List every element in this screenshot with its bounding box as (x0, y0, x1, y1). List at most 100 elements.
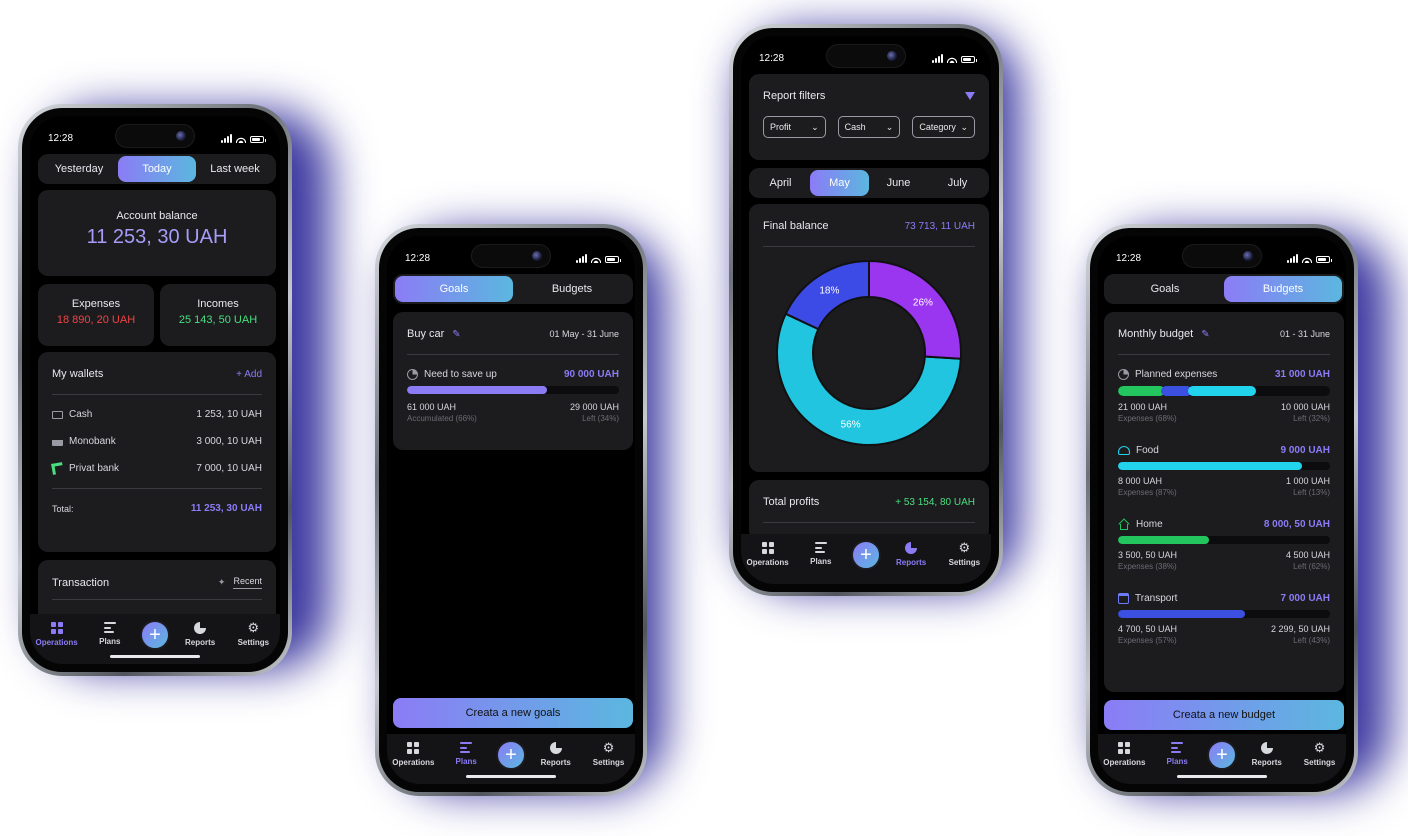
status-icons (576, 253, 621, 263)
nav-settings[interactable]: ⚙ Settings (941, 541, 987, 567)
nav-label: Reports (540, 758, 571, 767)
planned-block[interactable]: Planned expenses 31 000 UAH 21 000 UAH 1… (1118, 369, 1330, 423)
category-home[interactable]: Home 8 000, 50 UAH 3 500, 50 UAH 4 500 U… (1118, 518, 1330, 571)
wallet-name: Monobank (69, 436, 116, 447)
create-budget-button[interactable]: Creata a new budget (1104, 700, 1344, 730)
home-indicator (466, 775, 556, 778)
nav-operations[interactable]: Operations (745, 542, 791, 567)
nav-settings[interactable]: ⚙ Settings (586, 741, 632, 767)
add-button[interactable]: + (495, 740, 526, 770)
goal-title: Buy car (407, 328, 445, 340)
wallet-name: Privat bank (69, 463, 120, 474)
add-button[interactable]: + (1206, 740, 1237, 770)
edit-icon[interactable]: ✎ (452, 329, 460, 340)
balance-label: Account balance (116, 210, 198, 222)
goal-card[interactable]: Buy car ✎ 01 May - 31 June Need to save u… (393, 312, 633, 450)
category-spent-label: Expenses (87%) (1118, 488, 1177, 497)
nav-operations[interactable]: Operations (34, 622, 80, 647)
create-goal-button[interactable]: Creata a new goals (393, 698, 633, 728)
pin-icon[interactable]: ✦ (218, 577, 226, 588)
final-value: 73 713, 11 UAH (904, 220, 975, 232)
final-balance-card: Final balance 73 713, 11 UAH 56% 18% 26% (749, 204, 989, 472)
nav-reports[interactable]: Reports (1244, 742, 1290, 767)
gear-icon: ⚙ (1313, 740, 1326, 755)
period-today[interactable]: Today (118, 156, 196, 182)
nav-label: Plans (455, 757, 477, 766)
nav-label: Reports (185, 638, 216, 647)
need-label: Need to save up (424, 369, 497, 380)
nav-settings[interactable]: ⚙ Settings (1297, 740, 1343, 767)
tab-goals[interactable]: Goals (395, 276, 513, 302)
filter-cash-select[interactable]: Cash ⌄ (837, 116, 901, 138)
edit-icon[interactable]: ✎ (1201, 329, 1209, 340)
filter-value: Cash (844, 122, 866, 132)
chevron-down-icon: ⌄ (811, 121, 819, 132)
expenses-label: Expenses (71, 298, 121, 310)
nav-reports[interactable]: Reports (177, 622, 223, 647)
tab-budgets[interactable]: Budgets (1224, 276, 1342, 302)
nav-settings[interactable]: ⚙ Settings (230, 621, 276, 647)
category-left-label: Left (43%) (1293, 636, 1330, 645)
month-june[interactable]: June (869, 170, 928, 196)
wallet-row[interactable]: Cash 1 253, 10 UAH (52, 409, 262, 420)
filter-profit-select[interactable]: Profit ⌄ (763, 116, 826, 138)
wifi-icon (591, 256, 601, 263)
nav-label: Settings (237, 638, 270, 647)
category-progress-bar (1118, 610, 1330, 618)
planned-spent-label: Expenses (68%) (1118, 414, 1177, 423)
category-transport[interactable]: Transport 7 000 UAH 4 700, 50 UAH 2 299,… (1118, 593, 1330, 645)
wallet-row[interactable]: Privat bank 7 000, 10 UAH (51, 462, 262, 475)
battery-icon (1316, 256, 1332, 263)
filter-value: Profit (770, 122, 792, 132)
list-icon (103, 622, 116, 633)
nav-plans[interactable]: Plans (798, 542, 844, 566)
add-button[interactable]: + (850, 540, 881, 570)
screen-operations: 12:28 Yesterday Today Last week Account … (30, 116, 280, 664)
add-button[interactable]: + (139, 620, 170, 650)
filter-category-select[interactable]: Category ⌄ (912, 116, 976, 138)
filter-icon[interactable] (965, 92, 975, 100)
recent-filter[interactable]: Recent (233, 576, 262, 589)
filters-card: Report filters Profit ⌄ Cash ⌄ Category ⌄ (749, 74, 989, 160)
phone-goals: 12:28 Goals Budgets Buy car ✎ 01 May - 31… (375, 224, 647, 796)
screen-reports: 12:28 Report filters Profit ⌄ Cash ⌄ Categ… (741, 36, 991, 584)
tab-budgets[interactable]: Budgets (513, 276, 631, 302)
wifi-icon (1302, 256, 1312, 263)
list-icon (814, 542, 827, 553)
status-icons (1287, 253, 1332, 263)
house-icon (1118, 518, 1130, 530)
month-april[interactable]: April (751, 170, 810, 196)
category-food[interactable]: Food 9 000 UAH 8 000 UAH 1 000 UAH Expen… (1118, 445, 1330, 497)
category-progress-fill (1118, 462, 1303, 470)
nav-operations[interactable]: Operations (1101, 742, 1147, 767)
food-icon (1118, 446, 1130, 455)
final-label: Final balance (763, 220, 829, 232)
period-last-week[interactable]: Last week (196, 156, 274, 182)
nav-label: Operations (35, 638, 78, 647)
category-left-value: 2 299, 50 UAH (1270, 624, 1330, 634)
period-switch: Yesterday Today Last week (38, 154, 276, 184)
donut-slice[interactable] (868, 260, 962, 360)
nav-label: Operations (746, 558, 789, 567)
home-indicator (110, 655, 200, 658)
budget-card: Monthly budget ✎ 01 - 31 June Planned exp… (1104, 312, 1344, 692)
nav-reports[interactable]: Reports (533, 742, 579, 767)
nav-plans[interactable]: Plans (443, 742, 489, 766)
nav-plans[interactable]: Plans (87, 622, 133, 646)
grid-icon (761, 542, 774, 554)
month-july[interactable]: July (928, 170, 987, 196)
incomes-label: Incomes (197, 298, 239, 310)
nav-reports[interactable]: Reports (888, 542, 934, 567)
chevron-down-icon: ⌄ (885, 121, 894, 132)
left-value: 29 000 UAH (569, 402, 619, 412)
nav-plans[interactable]: Plans (1154, 742, 1200, 766)
battery-icon (961, 56, 977, 63)
period-yesterday[interactable]: Yesterday (40, 156, 118, 182)
goal-progress-fill (407, 386, 547, 394)
category-progress-fill (1118, 610, 1246, 618)
nav-operations[interactable]: Operations (390, 742, 436, 767)
month-may[interactable]: May (810, 170, 869, 196)
tab-goals[interactable]: Goals (1106, 276, 1224, 302)
wallet-row[interactable]: Monobank 3 000, 10 UAH (52, 436, 262, 447)
add-wallet-button[interactable]: + Add (236, 369, 262, 380)
